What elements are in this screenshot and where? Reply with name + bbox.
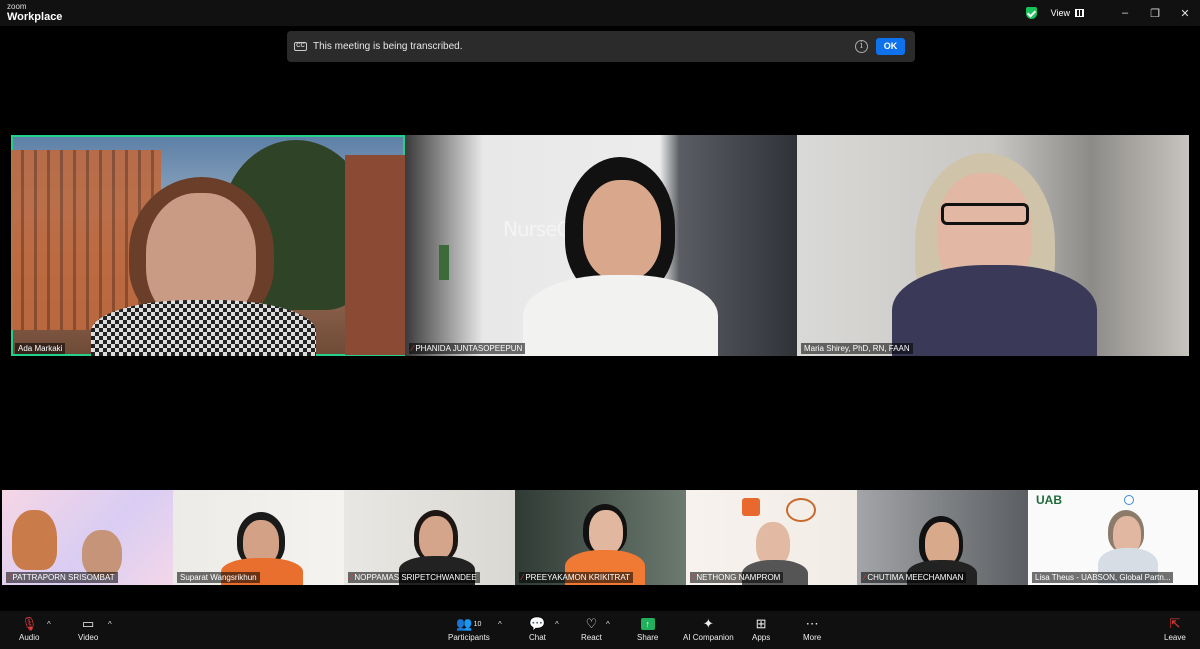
participant-name-label: Lisa Theus - UABSON, Global Partn... (1032, 572, 1174, 583)
nursecmu-logo-image (742, 498, 760, 516)
participants-button[interactable]: 👥 10 Participants (448, 615, 490, 642)
video-tile-phanida[interactable]: NurseC ⁄ PHANIDA JUNTASOPEEPUN (405, 135, 797, 356)
audio-label: Audio (19, 633, 40, 642)
muted-mic-icon: ⁄ (522, 573, 524, 582)
participants-count: 10 (473, 620, 482, 628)
muted-mic-icon: ⁄ (412, 344, 414, 353)
strip-tile-preeyakamon[interactable]: ⁄ PREEYAKAMON KRIKITRAT (515, 490, 686, 585)
transcription-banner: CC This meeting is being transcribed. i … (287, 31, 915, 62)
participant-name-label: Maria Shirey, PhD, RN, FAAN (801, 343, 913, 354)
person-body (892, 265, 1097, 356)
video-button[interactable]: ▭ Video (78, 615, 98, 642)
strip-tile-chutima[interactable]: ⁄ CHUTIMA MEECHAMNAN (857, 490, 1028, 585)
restore-button[interactable]: ❐ (1140, 7, 1170, 20)
video-tile-ada-markaki[interactable]: Ada Markaki (11, 135, 405, 356)
chat-button[interactable]: 💬 Chat (529, 615, 546, 642)
participant-name-label: ⁄ PREEYAKAMON KRIKITRAT (519, 572, 633, 583)
view-label: View (1050, 8, 1070, 18)
brand-large: Workplace (7, 11, 63, 23)
more-button[interactable]: ⋯ More (803, 615, 821, 642)
person-body (91, 300, 316, 356)
meeting-toolbar: 🎙 Audio ^ ▭ Video ^ 👥 10 Participants ^ 💬… (0, 611, 1200, 649)
participant-name-label: Ada Markaki (15, 343, 66, 354)
react-label: React (581, 633, 602, 642)
zoom-logo: zoom Workplace (7, 3, 62, 23)
brand-small: zoom (7, 2, 27, 11)
participant-name-label: ⁄ NOPPAMAS SRIPETCHWANDEE (348, 572, 480, 583)
cartoon-avatar-image (12, 510, 57, 570)
video-tile-maria-shirey[interactable]: Maria Shirey, PhD, RN, FAAN (797, 135, 1189, 356)
banner-text: This meeting is being transcribed. (313, 41, 463, 52)
chat-label: Chat (529, 633, 546, 642)
participant-name-label: ⁄ NETHONG NAMPROM (690, 572, 784, 583)
video-options-caret-icon[interactable]: ^ (108, 620, 112, 629)
glasses-icon (941, 203, 1029, 225)
more-label: More (803, 633, 822, 642)
muted-mic-icon: ⁄ (9, 573, 11, 582)
leave-label: Leave (1164, 633, 1186, 642)
sparkle-icon: ✦ (702, 616, 714, 631)
react-options-caret-icon[interactable]: ^ (606, 620, 610, 629)
apps-button[interactable]: ⊞ Apps (752, 615, 770, 642)
participant-name-label: Suparat Wangsrikhun (177, 572, 260, 583)
view-button[interactable]: View (1051, 8, 1084, 18)
video-camera-icon: ▭ (82, 616, 95, 631)
participant-name-label: ⁄ PHANIDA JUNTASOPEEPUN (409, 343, 526, 354)
chat-bubble-icon: 💬 (529, 616, 546, 631)
strip-tile-pattraporn[interactable]: ⁄ PATTRAPORN SRISOMBAT (2, 490, 173, 585)
participants-label: Participants (448, 633, 490, 642)
closed-caption-icon: CC (294, 42, 307, 51)
strip-tile-lisa-theus[interactable]: UAB Lisa Theus - UABSON, Global Partn... (1028, 490, 1198, 585)
apps-label: Apps (752, 633, 771, 642)
strip-tile-nethong[interactable]: ⁄ NETHONG NAMPROM (686, 490, 857, 585)
react-button[interactable]: ♡ React (581, 615, 602, 642)
leave-door-icon: ⇱ (1169, 616, 1181, 631)
ok-button[interactable]: OK (876, 38, 905, 55)
ai-companion-button[interactable]: ✦ AI Companion (683, 615, 734, 642)
more-dots-icon: ⋯ (805, 616, 819, 631)
person-body (523, 275, 718, 356)
muted-microphone-icon: 🎙 (20, 616, 38, 631)
chat-options-caret-icon[interactable]: ^ (555, 620, 559, 629)
apps-grid-icon: ⊞ (755, 616, 767, 631)
person-face (583, 180, 661, 280)
share-button[interactable]: ↑ Share (637, 615, 658, 642)
muted-mic-icon: ⁄ (693, 573, 695, 582)
ai-companion-label: AI Companion (683, 633, 734, 642)
brick-wall-image (345, 155, 405, 355)
encryption-shield-icon[interactable] (1025, 7, 1037, 19)
muted-mic-icon: ⁄ (351, 573, 353, 582)
close-window-button[interactable]: ✕ (1170, 7, 1200, 20)
share-label: Share (637, 633, 659, 642)
who-emblem-icon (1124, 495, 1134, 505)
participants-options-caret-icon[interactable]: ^ (498, 620, 502, 629)
plant-image (439, 245, 449, 280)
audio-button[interactable]: 🎙 Audio (19, 615, 39, 642)
info-icon[interactable]: i (855, 40, 868, 53)
participant-name-label: ⁄ PATTRAPORN SRISOMBAT (6, 572, 118, 583)
participants-icon: 👥 10 (456, 616, 482, 631)
background-logo-text: NurseC (503, 217, 571, 241)
heart-icon: ♡ (585, 616, 598, 631)
participant-name-label: ⁄ CHUTIMA MEECHAMNAN (861, 572, 967, 583)
audio-options-caret-icon[interactable]: ^ (47, 620, 51, 629)
muted-mic-icon: ⁄ (864, 573, 866, 582)
title-bar: zoom Workplace View – ❐ ✕ (0, 0, 1200, 26)
strip-tile-suparat[interactable]: Suparat Wangsrikhun (173, 490, 344, 585)
share-screen-icon: ↑ (640, 618, 655, 630)
person-face (419, 516, 453, 560)
badge-logo-image (786, 498, 816, 522)
uab-logo: UAB (1036, 493, 1062, 507)
strip-tile-noppamas[interactable]: ⁄ NOPPAMAS SRIPETCHWANDEE (344, 490, 515, 585)
leave-button[interactable]: ⇱ Leave (1164, 615, 1186, 642)
minimize-button[interactable]: – (1110, 7, 1140, 19)
person-face (82, 530, 122, 578)
grid-icon (1075, 9, 1084, 17)
video-label: Video (78, 633, 99, 642)
person-face (589, 510, 623, 554)
